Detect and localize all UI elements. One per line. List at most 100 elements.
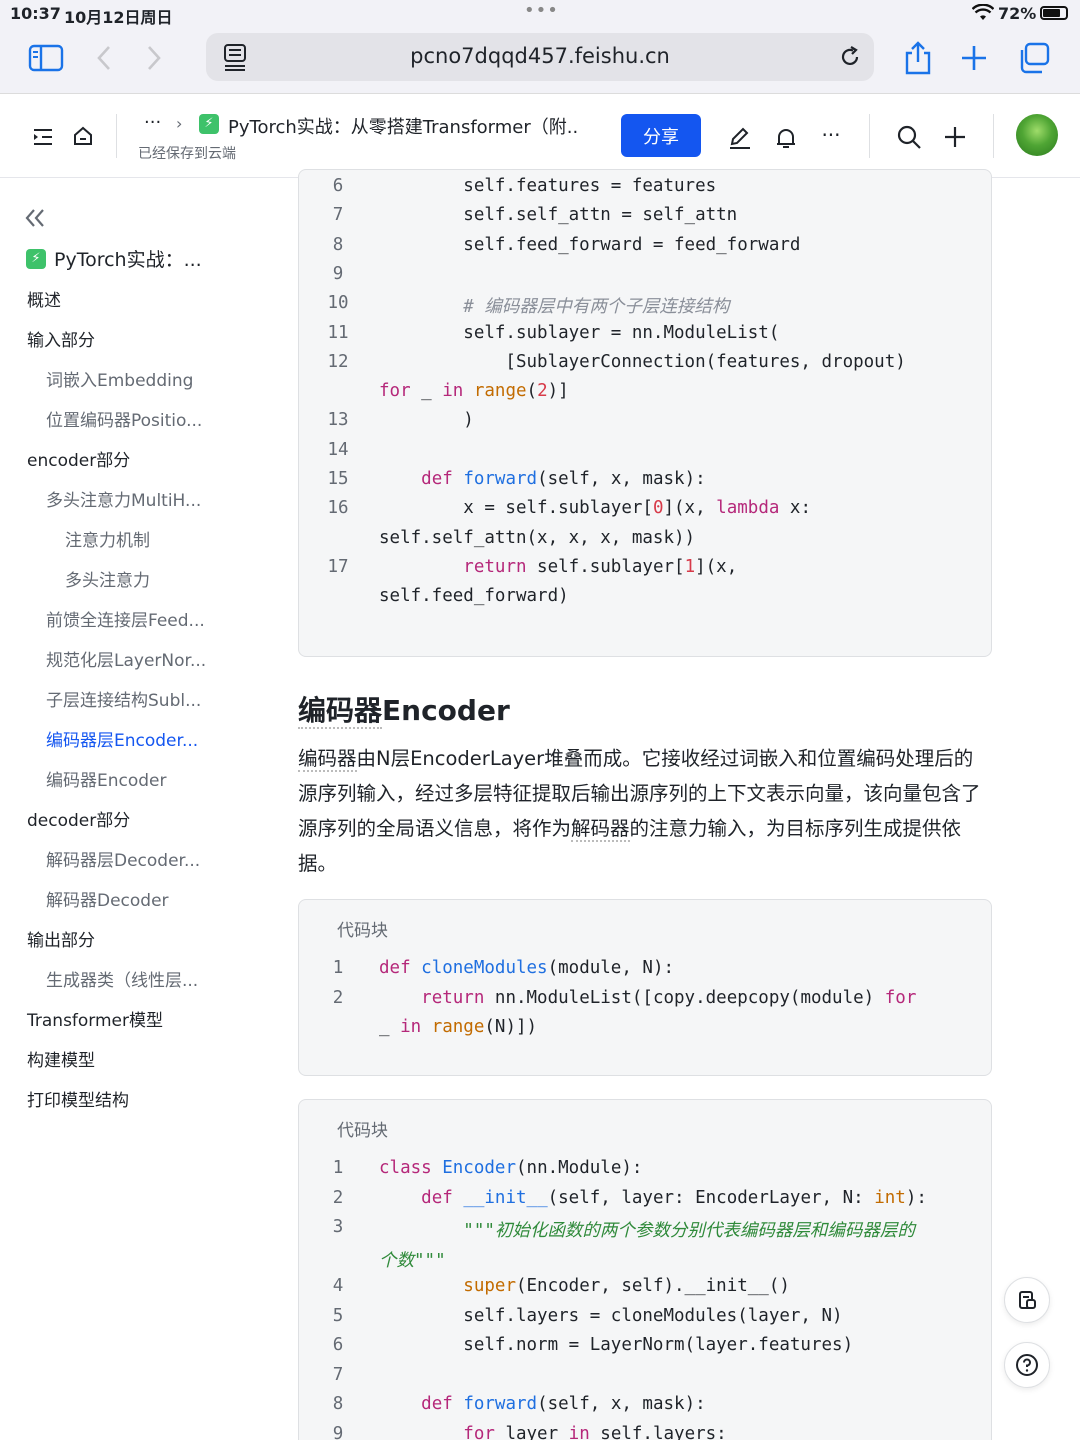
outline-item[interactable]: 输入部分 <box>27 326 95 351</box>
sidebar-toggle-icon[interactable] <box>26 40 66 76</box>
breadcrumb-more[interactable]: ··· <box>144 112 161 133</box>
url-text: pcno7dqqd457.feishu.cn <box>410 44 670 68</box>
status-bar: 10:37 10月12日周日 ••• 72% <box>0 0 1080 28</box>
add-icon[interactable] <box>940 122 970 152</box>
code-text: """初始化函数的两个参数分别代表编码器层和编码器层的 <box>379 1221 915 1241</box>
code-block[interactable]: 代码块 1 class Encoder(nn.Module): 2 def __in… <box>298 1099 992 1440</box>
code-text: _ in range(N)]) <box>379 1017 538 1037</box>
code-text: self.feed_forward) <box>379 586 569 607</box>
share-button[interactable]: 分享 <box>621 114 701 157</box>
address-bar[interactable]: pcno7dqqd457.feishu.cn <box>206 33 874 81</box>
search-icon[interactable] <box>894 122 924 152</box>
line-number: 12 <box>327 351 349 372</box>
battery-icon <box>1040 6 1068 20</box>
wifi-icon <box>972 4 994 20</box>
outline-item[interactable]: 子层连接结构Subl... <box>46 686 201 711</box>
header-divider <box>869 114 870 158</box>
code-text: def forward(self, x, mask): <box>421 1394 706 1414</box>
status-date: 10月12日周日 <box>64 8 173 27</box>
code-text: for _ in range(2)] <box>379 381 569 402</box>
bell-icon[interactable] <box>772 124 800 152</box>
line-number: 5 <box>332 1305 344 1326</box>
outline-item[interactable]: encoder部分 <box>27 446 130 471</box>
code-text: def forward(self, x, mask): <box>421 469 706 489</box>
outline-sidebar: ⚡ PyTorch实战：... 概述输入部分词嵌入Embedding 位置编码器P… <box>0 179 260 1440</box>
battery-percent: 72% <box>998 4 1037 23</box>
code-text: self.sublayer = nn.ModuleList( <box>379 322 780 343</box>
avatar[interactable] <box>1016 114 1058 156</box>
code-block[interactable]: 6 self.features = features 7 self.self_at… <box>298 169 992 657</box>
back-icon[interactable] <box>84 40 124 76</box>
line-number: 14 <box>327 439 349 460</box>
status-time: 10:37 <box>10 4 61 23</box>
line-number: 1 <box>332 958 344 978</box>
code-text: def cloneModules(module, N): <box>379 958 675 978</box>
outline-item[interactable]: 构建模型 <box>27 1046 95 1071</box>
heading-suffix: Encoder <box>382 694 510 727</box>
code-text: self.self_attn = self_attn <box>379 205 738 226</box>
outline-item[interactable]: decoder部分 <box>27 806 130 831</box>
multitasking-dots[interactable]: ••• <box>524 0 559 21</box>
code-block[interactable]: 代码块 1 def cloneModules(module, N): 2 retur… <box>298 899 992 1076</box>
code-text: self.self_attn(x, x, x, mask)) <box>379 527 696 548</box>
edit-icon[interactable] <box>726 124 754 152</box>
code-text: self.features = features <box>379 176 717 196</box>
comment-button[interactable] <box>1004 1277 1050 1323</box>
help-button[interactable] <box>1004 1342 1050 1388</box>
term-link[interactable]: 编码器 <box>298 747 357 772</box>
code-block-title: 代码块 <box>337 921 388 941</box>
code-text: return nn.ModuleList([copy.deepcopy(modu… <box>421 987 917 1008</box>
outline-item[interactable]: 多头注意力 <box>65 566 150 591</box>
line-number: 7 <box>332 205 344 226</box>
outline-item[interactable]: Transformer模型 <box>27 1006 163 1031</box>
line-number: 8 <box>332 1394 344 1414</box>
outline-toggle-icon[interactable] <box>30 124 56 150</box>
collapse-sidebar-icon[interactable] <box>22 205 48 231</box>
outline-item[interactable]: 解码器Decoder <box>46 886 169 911</box>
outline-doc-title[interactable]: ⚡ PyTorch实战：... <box>26 245 202 272</box>
line-number: 6 <box>332 1335 344 1355</box>
tabs-overview-icon[interactable] <box>1014 40 1054 76</box>
code-text: # 编码器层中有两个子层连接结构 <box>379 297 730 318</box>
line-number: 8 <box>332 234 344 255</box>
outline-item[interactable]: 概述 <box>27 286 61 311</box>
outline-item[interactable]: 规范化层LayerNor... <box>46 646 206 671</box>
code-text: self.norm = LayerNorm(layer.features) <box>379 1335 854 1355</box>
more-menu-icon[interactable]: ··· <box>816 120 846 150</box>
heading-term[interactable]: 编码器 <box>298 694 383 729</box>
code-text: def __init__(self, layer: EncoderLayer, … <box>421 1187 927 1208</box>
reload-icon[interactable] <box>838 45 862 69</box>
line-number: 13 <box>327 410 349 431</box>
share-sheet-icon[interactable] <box>898 40 938 76</box>
outline-item[interactable]: 生成器类（线性层... <box>46 966 198 991</box>
forward-icon[interactable] <box>134 40 174 76</box>
outline-item[interactable]: 注意力机制 <box>65 526 150 551</box>
doc-comment-icon <box>1019 1291 1036 1309</box>
outline-item[interactable]: 打印模型结构 <box>27 1086 129 1111</box>
outline-item[interactable]: 解码器层Decoder... <box>46 846 200 871</box>
code-text: self.feed_forward = feed_forward <box>379 234 801 255</box>
term-link[interactable]: 解码器 <box>571 817 630 842</box>
line-number: 16 <box>327 498 349 519</box>
line-number: 2 <box>332 987 344 1008</box>
outline-item[interactable]: 编码器层Encoder... <box>46 726 198 751</box>
outline-item[interactable]: 输出部分 <box>27 926 95 951</box>
save-status: 已经保存到云端 <box>138 146 236 162</box>
doc-type-icon: ⚡ <box>26 248 46 269</box>
doc-type-icon: ⚡ <box>199 114 219 134</box>
doc-title[interactable]: PyTorch实战：从零搭建Transformer（附... <box>228 113 580 139</box>
doc-content: 6 self.features = features 7 self.self_at… <box>298 169 992 1440</box>
outline-item[interactable]: 前馈全连接层Feed... <box>46 606 205 631</box>
home-icon[interactable] <box>70 123 96 149</box>
outline-item[interactable]: 词嵌入Embedding <box>46 366 193 391</box>
line-number: 2 <box>332 1187 344 1208</box>
outline-item[interactable]: 位置编码器Positio... <box>46 406 202 431</box>
code-text: x = self.sublayer[0](x, lambda x: <box>379 498 811 519</box>
outline-item[interactable]: 编码器Encoder <box>46 766 167 791</box>
code-text: 个数""" <box>379 1250 446 1271</box>
line-number: 4 <box>332 1276 344 1296</box>
new-tab-icon[interactable] <box>954 40 994 76</box>
chevron-right-icon: › <box>176 114 183 133</box>
outline-item[interactable]: 多头注意力MultiH... <box>46 486 201 511</box>
code-text: ) <box>379 410 474 431</box>
